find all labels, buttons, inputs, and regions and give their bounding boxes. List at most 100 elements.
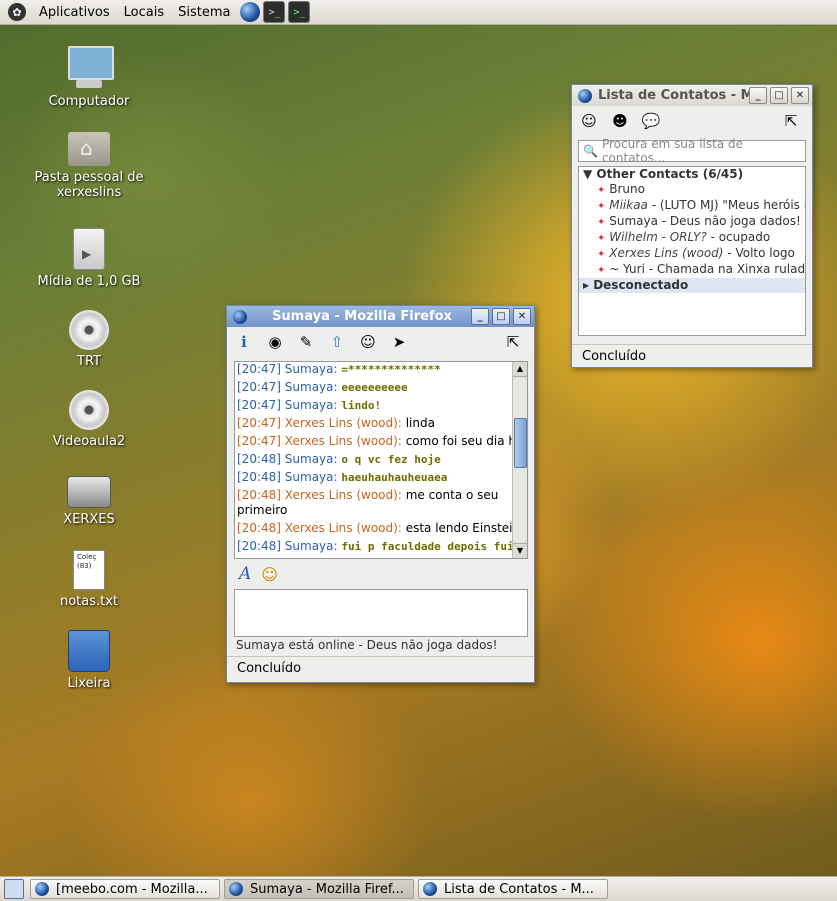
contacts-window: Lista de Contatos - M _ □ ✕ ☺ ☻ 💬 ⇱ 🔍 Pr… — [571, 84, 813, 368]
chat-message: [20:47] Sumaya: lindo! — [237, 398, 527, 413]
format-bar: A ☺ — [239, 564, 278, 584]
contact-item[interactable]: ✦ Wilhelm - ORLY? - ocupado — [579, 230, 805, 246]
notepad-icon[interactable]: ✎ — [295, 331, 317, 353]
home-folder-icon — [68, 132, 110, 166]
contact-item[interactable]: ✦ Sumaya - Deus não joga dados! — [579, 214, 805, 230]
chat-message: [20:48] Xerxes Lins (wood): esta lendo E… — [237, 521, 527, 536]
menu-system[interactable]: Sistema — [171, 5, 237, 20]
minimize-button[interactable]: _ — [749, 87, 767, 104]
desktop-icon-computer[interactable]: Computador — [24, 46, 154, 109]
show-desktop-icon[interactable] — [4, 879, 24, 899]
butterfly-icon: ✦ — [597, 265, 606, 276]
message-text: esta lendo Einstein? — [405, 521, 527, 535]
trash-icon — [68, 630, 110, 672]
status-smiley-icon[interactable]: ☻ — [609, 110, 631, 132]
webcam-icon[interactable]: ◉ — [264, 331, 286, 353]
group-other-contacts[interactable]: ▼ Other Contacts (6/45) — [579, 167, 805, 182]
chat-message: [20:47] Sumaya: eeeeeeeeee — [237, 380, 527, 395]
chat-bubble-icon[interactable]: 💬 — [640, 110, 662, 132]
close-button[interactable]: ✕ — [791, 87, 809, 104]
desktop-icon-videoaula2[interactable]: Videoaula2 — [24, 390, 154, 449]
message-sender: Sumaya: — [284, 398, 338, 412]
minimize-button[interactable]: _ — [471, 308, 489, 325]
desktop-icon-label: Pasta pessoal de xerxeslins — [34, 170, 144, 200]
butterfly-icon: ✦ — [597, 185, 606, 196]
menu-applications[interactable]: Aplicativos — [32, 5, 117, 20]
message-timestamp: [20:48] — [237, 488, 281, 502]
contact-item[interactable]: ✦ Xerxes Lins (wood) - Volto logo — [579, 246, 805, 262]
desktop-icon-trt[interactable]: TRT — [24, 310, 154, 369]
desktop-icon-xerxes[interactable]: XERXES — [24, 476, 154, 527]
task-meebo[interactable]: [meebo.com - Mozilla... — [30, 879, 220, 899]
chat-titlebar[interactable]: Sumaya - Mozilla Firefox _ □ ✕ — [227, 306, 534, 327]
desktop-icon-label: Mídia de 1,0 GB — [37, 274, 141, 289]
maximize-button[interactable]: □ — [492, 308, 510, 325]
scroll-up-arrow[interactable]: ▲ — [513, 362, 527, 377]
message-text: =************** — [341, 363, 441, 376]
chat-statusbar: Concluído — [227, 656, 534, 679]
desktop-icon-label: notas.txt — [59, 594, 119, 609]
popout-icon[interactable]: ⇱ — [780, 110, 802, 132]
chat-message: [20:47] Xerxes Lins (wood): linda — [237, 416, 527, 431]
emoticon-icon[interactable]: ☺ — [261, 565, 278, 584]
desktop-icon-home[interactable]: Pasta pessoal de xerxeslins — [24, 132, 154, 200]
send-icon[interactable]: ➤ — [388, 331, 410, 353]
message-input[interactable] — [234, 589, 528, 637]
window-title: Sumaya - Mozilla Firefox — [272, 309, 452, 324]
window-title: Lista de Contatos - M — [598, 88, 749, 103]
desktop-icon-media[interactable]: Mídia de 1,0 GB — [24, 228, 154, 289]
desktop-icon-label: TRT — [77, 354, 101, 369]
message-timestamp: [20:47] — [237, 380, 281, 394]
message-text: fui p faculdade depois fui — [341, 540, 514, 553]
text-file-icon: Coleç (83) — [73, 550, 105, 590]
gnome-foot-icon[interactable]: ✿ — [8, 3, 26, 21]
info-icon[interactable]: i — [233, 331, 255, 353]
font-icon[interactable]: A — [239, 564, 251, 584]
close-button[interactable]: ✕ — [513, 308, 531, 325]
computer-icon — [66, 46, 114, 90]
desktop-icon-label: Videoaula2 — [52, 434, 126, 449]
scroll-thumb[interactable] — [514, 418, 527, 468]
contacts-toolbar: ☺ ☻ 💬 ⇱ — [572, 106, 812, 136]
chat-message: [20:47] Xerxes Lins (wood): como foi seu… — [237, 434, 527, 449]
group-offline[interactable]: ▸ Desconectado — [579, 278, 805, 293]
search-placeholder: Procura em sua lista de contatos... — [601, 137, 743, 165]
menu-places[interactable]: Locais — [117, 5, 171, 20]
chat-scrollbar[interactable]: ▲ ▼ — [512, 362, 527, 558]
chat-log[interactable]: [20:47] Sumaya: =************** [20:47] S… — [234, 361, 528, 559]
desktop-icon-label: XERXES — [63, 512, 115, 527]
contact-item[interactable]: ✦ ~ Yuri - Chamada na Xinxa rulada! — [579, 262, 805, 278]
send-file-icon[interactable]: ⇧ — [326, 331, 348, 353]
terminal-launcher-icon[interactable]: >_ — [263, 1, 286, 23]
message-sender: Sumaya: — [284, 380, 338, 394]
desktop-icon-label: Computador — [48, 94, 130, 109]
butterfly-icon: ✦ — [597, 217, 606, 228]
root-terminal-launcher-icon[interactable]: >_ — [288, 1, 311, 23]
message-text: linda — [405, 416, 435, 430]
firefox-icon — [233, 309, 247, 324]
scroll-down-arrow[interactable]: ▼ — [513, 543, 527, 558]
task-contacts[interactable]: Lista de Contatos - M... — [418, 879, 608, 899]
contact-list: ▼ Other Contacts (6/45) ✦ Bruno ✦ Miikaa… — [578, 166, 806, 336]
contact-item[interactable]: ✦ Bruno — [579, 182, 805, 198]
maximize-button[interactable]: □ — [770, 87, 788, 104]
message-timestamp: [20:48] — [237, 470, 281, 484]
popout-icon[interactable]: ⇱ — [502, 331, 524, 353]
chat-toolbar: i ◉ ✎ ⇧ ☺ ➤ ⇱ — [227, 327, 534, 357]
message-text: como foi seu dia hj? — [405, 434, 526, 448]
firefox-launcher-icon[interactable] — [240, 2, 261, 22]
contact-item[interactable]: ✦ Miikaa - (LUTO MJ) "Meus heróis mo — [579, 198, 805, 214]
add-buddy-icon[interactable]: ☺ — [578, 110, 600, 132]
task-sumaya[interactable]: Sumaya - Mozilla Firef... — [224, 879, 414, 899]
status-text: Concluído — [237, 660, 302, 676]
message-text: lindo! — [341, 399, 382, 412]
desktop-icon-trash[interactable]: Lixeira — [24, 630, 154, 691]
chat-lines: [20:47] Sumaya: =************** [20:47] S… — [235, 362, 527, 554]
contacts-titlebar[interactable]: Lista de Contatos - M _ □ ✕ — [572, 85, 812, 106]
desktop-icon-notas[interactable]: Coleç (83) notas.txt — [24, 550, 154, 609]
butterfly-icon: ✦ — [597, 201, 606, 212]
contact-search-input[interactable]: 🔍 Procura em sua lista de contatos... — [578, 137, 806, 165]
chat-message: [20:48] Xerxes Lins (wood): me conta o s… — [237, 488, 527, 518]
message-sender: Xerxes Lins (wood): — [284, 488, 402, 502]
group-chat-icon[interactable]: ☺ — [357, 331, 379, 353]
